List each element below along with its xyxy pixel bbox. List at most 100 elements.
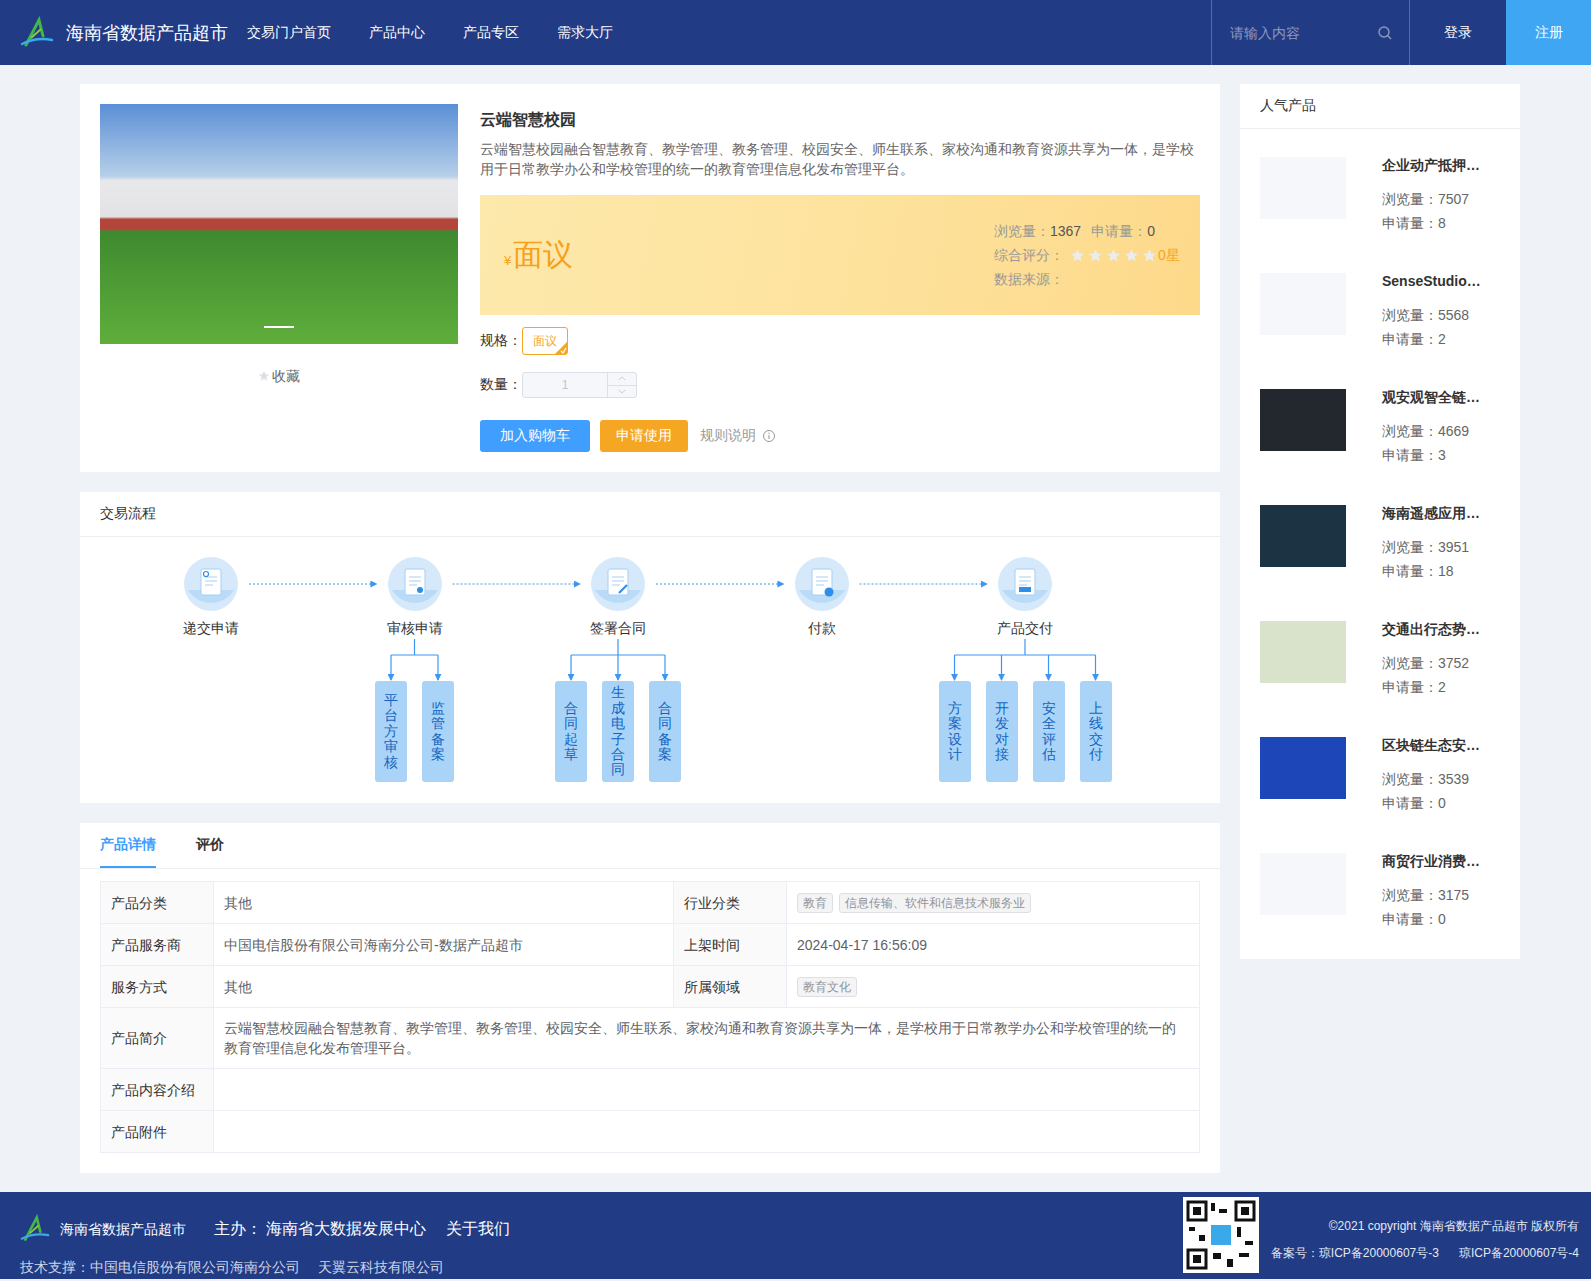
views-label: 浏览量： (994, 219, 1050, 243)
detail-label: 服务方式 (101, 966, 214, 1008)
popular-item-applies: 申请量：18 (1382, 559, 1480, 583)
star-icon (1142, 248, 1157, 263)
rating-value: 0星 (1158, 243, 1180, 267)
brand[interactable]: 海南省数据产品超市 (0, 16, 228, 50)
quantity-input[interactable]: 1 (522, 372, 637, 398)
nav-item[interactable]: 需求大厅 (557, 24, 613, 42)
popular-item-views: 浏览量：7507 (1382, 187, 1480, 211)
popular-item-title: 商贸行业消费… (1382, 851, 1480, 871)
popular-item[interactable]: 商贸行业消费…浏览量：3175申请量：0 (1260, 843, 1500, 959)
popular-item[interactable]: 交通出行态势…浏览量：3752申请量：2 (1260, 611, 1500, 727)
main-nav: 交易门户首页 产品中心 产品专区 需求大厅 (247, 24, 613, 42)
stat-line: 浏览量：1367申请量：0 (994, 219, 1180, 243)
icp-record[interactable]: 琼ICP备20000607号-4 (1459, 1244, 1579, 1262)
popular-item-applies: 申请量：0 (1382, 791, 1480, 815)
favorite-button[interactable]: 收藏 (100, 366, 458, 386)
popular-item-applies: 申请量：2 (1382, 675, 1480, 699)
flow-arrow (249, 584, 377, 585)
popular-list: 企业动产抵押…浏览量：7507申请量：8SenseStudio…浏览量：5568… (1240, 129, 1520, 959)
popular-item[interactable]: 企业动产抵押…浏览量：7507申请量：8 (1260, 147, 1500, 263)
document-icon (183, 556, 239, 612)
logo-icon (20, 16, 54, 50)
login-button[interactable]: 登录 (1409, 0, 1506, 65)
detail-label: 产品简介 (101, 1008, 214, 1069)
top-bar: 海南省数据产品超市 交易门户首页 产品中心 产品专区 需求大厅 登录注册 (0, 0, 1591, 65)
price: ¥面议 (504, 235, 573, 276)
carousel-indicator[interactable] (264, 326, 294, 328)
product-stats: 浏览量：1367申请量：0综合评分： 0星数据来源： (994, 219, 1180, 291)
flow-sub-step-label: 监管备案 (431, 701, 445, 763)
product-title: 云端智慧校园 (480, 109, 1200, 131)
flow-sub-step-label: 合同起草 (564, 701, 578, 763)
source-label: 数据来源： (994, 267, 1064, 291)
star-icon (1124, 248, 1139, 263)
popular-item[interactable]: SenseStudio…浏览量：5568申请量：2 (1260, 263, 1500, 379)
qr-code-icon (1183, 1197, 1259, 1273)
flow-card: 交易流程递交申请审核申请签署合同付款产品交付平台方审核监管备案合同起草生成电子合… (80, 492, 1220, 803)
nav-item[interactable]: 产品中心 (369, 24, 425, 42)
increase-button[interactable] (608, 373, 636, 385)
page: 海南省数据产品超市 交易门户首页 产品中心 产品专区 需求大厅 登录注册收藏 云端智慧校园云… (0, 0, 1591, 1279)
decrease-button[interactable] (608, 385, 636, 398)
popular-item[interactable]: 区块链生态安…浏览量：3539申请量：0 (1260, 727, 1500, 843)
star-icon (1088, 248, 1103, 263)
register-button[interactable]: 注册 (1506, 0, 1591, 65)
branch-arrow (390, 655, 391, 680)
product-description: 云端智慧校园融合智慧教育、教学管理、教务管理、校园安全、师生联系、家校沟通和教育… (480, 139, 1200, 179)
site-title: 海南省数据产品超市 (66, 21, 228, 45)
apply-button[interactable]: 申请使用 (600, 420, 688, 452)
about-link[interactable]: 关于我们 (446, 1218, 510, 1240)
product-thumbnail (1260, 737, 1346, 799)
popular-panel: 人气产品企业动产抵押…浏览量：7507申请量：8SenseStudio…浏览量：… (1240, 84, 1520, 959)
icp-record[interactable]: 备案号：琼ICP备20000607号-3 (1271, 1244, 1439, 1262)
info-icon (762, 429, 776, 443)
rating-label: 综合评分： (994, 243, 1064, 267)
detail-label: 产品内容介绍 (101, 1069, 214, 1111)
tag: 教育文化 (797, 977, 857, 997)
detail-label: 产品分类 (101, 882, 214, 924)
popular-item-views: 浏览量：3752 (1382, 651, 1480, 675)
detail-tabs: 产品详情评价 (80, 823, 1220, 869)
support-text: 天翼云科技有限公司 (318, 1259, 444, 1275)
left-column: 收藏 云端智慧校园云端智慧校园融合智慧教育、教学管理、教务管理、校园安全、师生联系… (80, 84, 1220, 1173)
flow-sub-step-label: 生成电子合同 (611, 685, 625, 777)
popular-item[interactable]: 海南遥感应用…浏览量：3951申请量：18 (1260, 495, 1500, 611)
product-card: 收藏 云端智慧校园云端智慧校园融合智慧教育、教学管理、教务管理、校园安全、师生联系… (80, 84, 1220, 472)
flow-step-label: 签署合同 (590, 618, 646, 638)
flow-step-label: 递交申请 (183, 618, 239, 638)
tab[interactable]: 产品详情 (100, 823, 156, 868)
gallery: 收藏 (100, 104, 458, 452)
tab[interactable]: 评价 (196, 823, 224, 868)
detail-value (214, 1069, 1200, 1111)
search-input[interactable] (1228, 24, 1369, 42)
flow-step: 付款 (772, 556, 872, 638)
chevron-up-icon (618, 376, 626, 381)
document-icon (794, 556, 850, 612)
footer-info: 海南省数据产品超市主办：海南省大数据发展中心关于我们技术支撑：中国电信股份有限公… (20, 1192, 510, 1277)
rules-link[interactable]: 规则说明 (700, 427, 776, 445)
selected-check-icon (555, 342, 567, 354)
host-name: 海南省大数据发展中心 (266, 1218, 426, 1240)
document-icon (590, 556, 646, 612)
flow-step: 签署合同 (568, 556, 668, 638)
popular-item-views: 浏览量：3539 (1382, 767, 1480, 791)
flow-sub-step: 监管备案 (422, 681, 454, 782)
flow-arrow (860, 584, 988, 585)
spec-option[interactable]: 面议 (522, 327, 568, 355)
flow-step: 产品交付 (975, 556, 1075, 638)
nav-item[interactable]: 交易门户首页 (247, 24, 331, 42)
add-to-cart-button[interactable]: 加入购物车 (480, 420, 590, 452)
flow-sub-step-label: 开发对接 (995, 701, 1009, 763)
tag: 教育 (797, 893, 833, 913)
flow-step-label: 付款 (808, 618, 836, 638)
popular-item-text: 区块链生态安…浏览量：3539申请量：0 (1382, 735, 1480, 843)
price-value: 面议 (513, 235, 573, 276)
quantity-controls (607, 373, 636, 397)
popular-item-views: 浏览量：3951 (1382, 535, 1480, 559)
stat-line: 综合评分： 0星 (994, 243, 1180, 267)
popular-item[interactable]: 观安观智全链…浏览量：4669申请量：3 (1260, 379, 1500, 495)
search-icon[interactable] (1377, 25, 1393, 41)
currency: ¥ (504, 253, 511, 268)
flow-sub-step-label: 安全评估 (1042, 701, 1056, 763)
nav-item[interactable]: 产品专区 (463, 24, 519, 42)
